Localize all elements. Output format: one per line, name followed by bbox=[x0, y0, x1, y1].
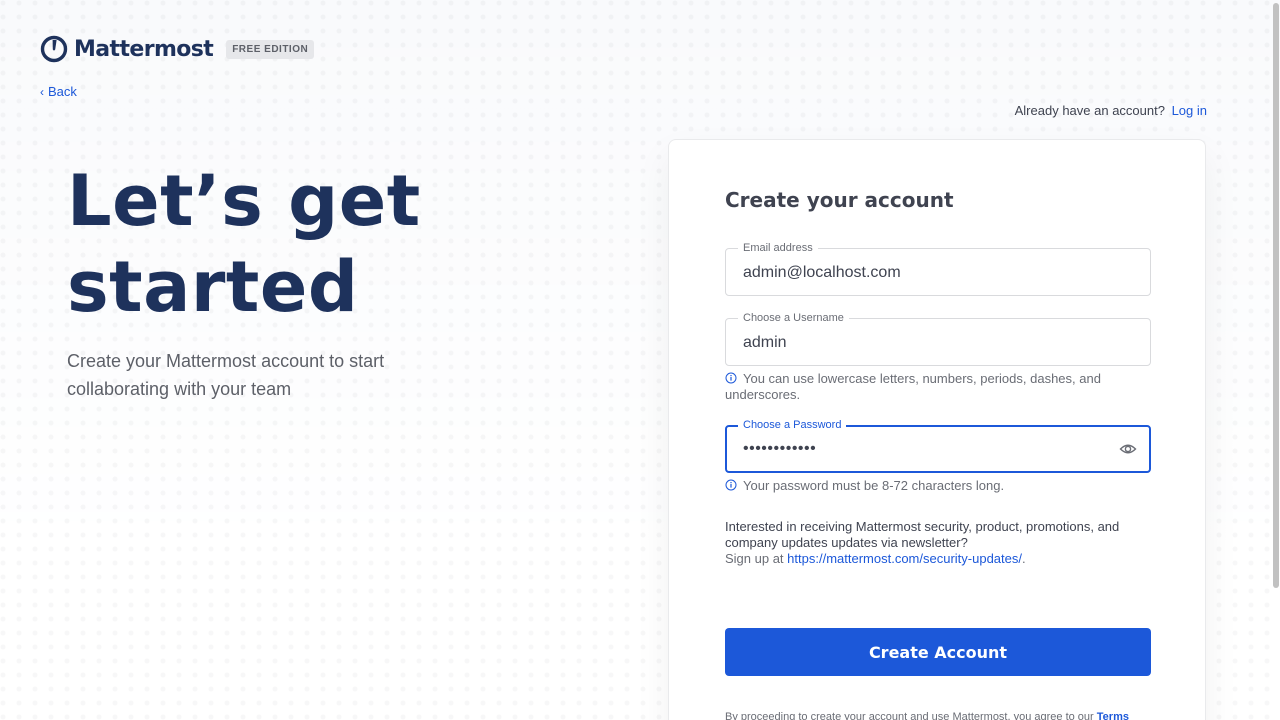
card-title: Create your account bbox=[725, 188, 954, 212]
edition-badge: FREE EDITION bbox=[226, 39, 315, 59]
password-field[interactable]: Choose a Password •••••••••••• bbox=[725, 418, 1151, 473]
hero-title: Let’s get started bbox=[67, 160, 421, 328]
back-link[interactable]: ‹ Back bbox=[40, 84, 77, 99]
username-label: Choose a Username bbox=[738, 311, 849, 325]
terms-notice: By proceeding to create your account and… bbox=[725, 710, 1155, 720]
hero-subtitle: Create your Mattermost account to start … bbox=[67, 351, 385, 399]
login-prompt-row: Already have an account? Log in bbox=[1015, 103, 1207, 118]
login-prompt: Already have an account? bbox=[1014, 103, 1165, 118]
brand-name: Mattermost bbox=[74, 36, 214, 62]
email-input[interactable]: admin@localhost.com bbox=[743, 263, 901, 283]
signup-prefix: Sign up at bbox=[725, 551, 784, 566]
scrollbar-thumb[interactable] bbox=[1273, 3, 1279, 588]
password-hint-text: Your password must be 8-72 characters lo… bbox=[743, 478, 1005, 493]
newsletter-text: Interested in receiving Mattermost secur… bbox=[725, 519, 1120, 550]
password-hint: Your password must be 8-72 characters lo… bbox=[725, 478, 1125, 494]
info-circle-icon bbox=[725, 479, 737, 491]
password-label: Choose a Password bbox=[738, 418, 847, 432]
page-scrollbar[interactable] bbox=[1272, 0, 1280, 720]
username-hint-text: You can use lowercase letters, numbers, … bbox=[725, 371, 1101, 402]
info-circle-icon bbox=[725, 372, 737, 384]
email-field[interactable]: Email address admin@localhost.com bbox=[725, 241, 1151, 296]
username-field[interactable]: Choose a Username admin bbox=[725, 311, 1151, 366]
create-account-button[interactable]: Create Account bbox=[725, 628, 1151, 676]
newsletter-notice: Interested in receiving Mattermost secur… bbox=[725, 519, 1151, 567]
brand-logo: Mattermost FREE EDITION bbox=[40, 35, 315, 63]
newsletter-signup: Sign up at https://mattermost.com/securi… bbox=[725, 551, 1151, 567]
mattermost-logo-icon bbox=[40, 35, 68, 63]
email-label: Email address bbox=[738, 241, 818, 255]
terms-link[interactable]: Terms bbox=[1097, 711, 1129, 720]
login-link[interactable]: Log in bbox=[1172, 103, 1207, 118]
security-updates-link[interactable]: https://mattermost.com/security-updates/ bbox=[787, 551, 1022, 566]
terms-text: By proceeding to create your account and… bbox=[725, 711, 1094, 720]
signup-suffix: . bbox=[1021, 551, 1026, 566]
signup-card: Create your account Email address admin@… bbox=[668, 139, 1206, 720]
username-hint: You can use lowercase letters, numbers, … bbox=[725, 371, 1125, 403]
password-input[interactable]: •••••••••••• bbox=[743, 439, 816, 459]
eye-icon[interactable] bbox=[1119, 440, 1137, 458]
chevron-left-icon: ‹ bbox=[40, 84, 44, 99]
username-input[interactable]: admin bbox=[743, 333, 787, 353]
back-label: Back bbox=[48, 84, 77, 99]
